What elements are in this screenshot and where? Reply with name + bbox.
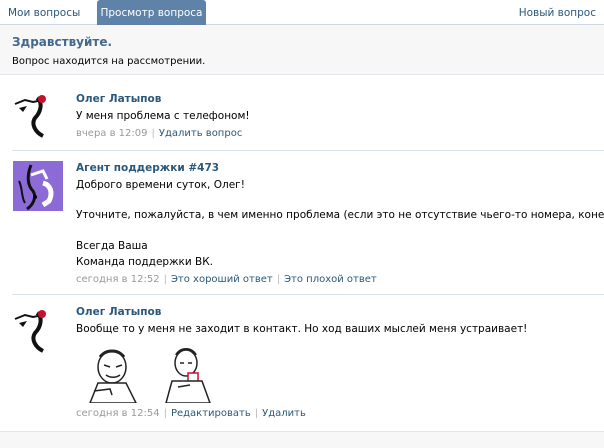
- message-text: У меня проблема с телефоном!: [76, 110, 250, 122]
- divider: [12, 294, 604, 295]
- separator: |: [163, 408, 167, 419]
- message-author[interactable]: Олег Латыпов: [76, 93, 161, 105]
- message-text: Вообще то у меня не заходит в контакт. Н…: [76, 323, 528, 335]
- delete-question-link[interactable]: Удалить вопрос: [159, 128, 242, 139]
- tab-new-question[interactable]: Новый вопрос: [519, 0, 596, 25]
- user-avatar[interactable]: [13, 90, 63, 140]
- message-text: Всегда Ваша: [76, 240, 148, 252]
- question-status: Вопрос находится на рассмотрении.: [12, 56, 206, 67]
- bottom-bar: [0, 431, 604, 448]
- tab-bar: Мои вопросы Просмотр вопроса Новый вопро…: [0, 0, 604, 25]
- question-view: Здравствуйте. Вопрос находится на рассмо…: [0, 25, 604, 448]
- delete-link[interactable]: Удалить: [262, 408, 306, 419]
- message-meta: вчера в 12:09 | Удалить вопрос: [76, 128, 242, 139]
- message-time: сегодня в 12:52: [76, 274, 160, 285]
- separator: |: [151, 128, 155, 139]
- separator: |: [163, 274, 167, 285]
- good-answer-link[interactable]: Это хороший ответ: [171, 274, 273, 285]
- divider: [12, 150, 604, 151]
- tab-my-questions[interactable]: Мои вопросы: [8, 0, 80, 25]
- message-time: сегодня в 12:54: [76, 408, 160, 419]
- message-item: Олег Латыпов У меня проблема с телефоном…: [0, 88, 604, 148]
- bad-answer-link[interactable]: Это плохой ответ: [284, 274, 377, 285]
- separator: |: [276, 274, 281, 285]
- message-text: Доброго времени суток, Олег!: [76, 179, 245, 191]
- greeting-title: Здравствуйте.: [12, 35, 113, 49]
- message-text: Уточните, пожалуйста, в чем именно пробл…: [76, 209, 604, 221]
- meme-sipping-image: [158, 345, 218, 403]
- tab-view-question[interactable]: Просмотр вопроса: [97, 0, 206, 25]
- message-text: Команда поддержки ВК.: [76, 256, 214, 268]
- status-box: Здравствуйте. Вопрос находится на рассмо…: [0, 25, 604, 75]
- agent-avatar[interactable]: [13, 161, 63, 211]
- message-item: Олег Латыпов Вообще то у меня не заходит…: [0, 301, 604, 431]
- message-author[interactable]: Олег Латыпов: [76, 306, 161, 318]
- message-time: вчера в 12:09: [76, 128, 148, 139]
- message-meta: сегодня в 12:52 | Это хороший ответ | Это пл…: [76, 274, 377, 285]
- message-item: Агент поддержки #473 Доброго времени сут…: [0, 157, 604, 289]
- message-author[interactable]: Агент поддержки #473: [76, 162, 219, 174]
- separator: |: [254, 408, 259, 419]
- message-meta: сегодня в 12:54 | Редактировать | Удалить: [76, 408, 306, 419]
- meme-face-image: [80, 345, 144, 403]
- user-avatar[interactable]: [13, 305, 63, 355]
- edit-link[interactable]: Редактировать: [171, 408, 251, 419]
